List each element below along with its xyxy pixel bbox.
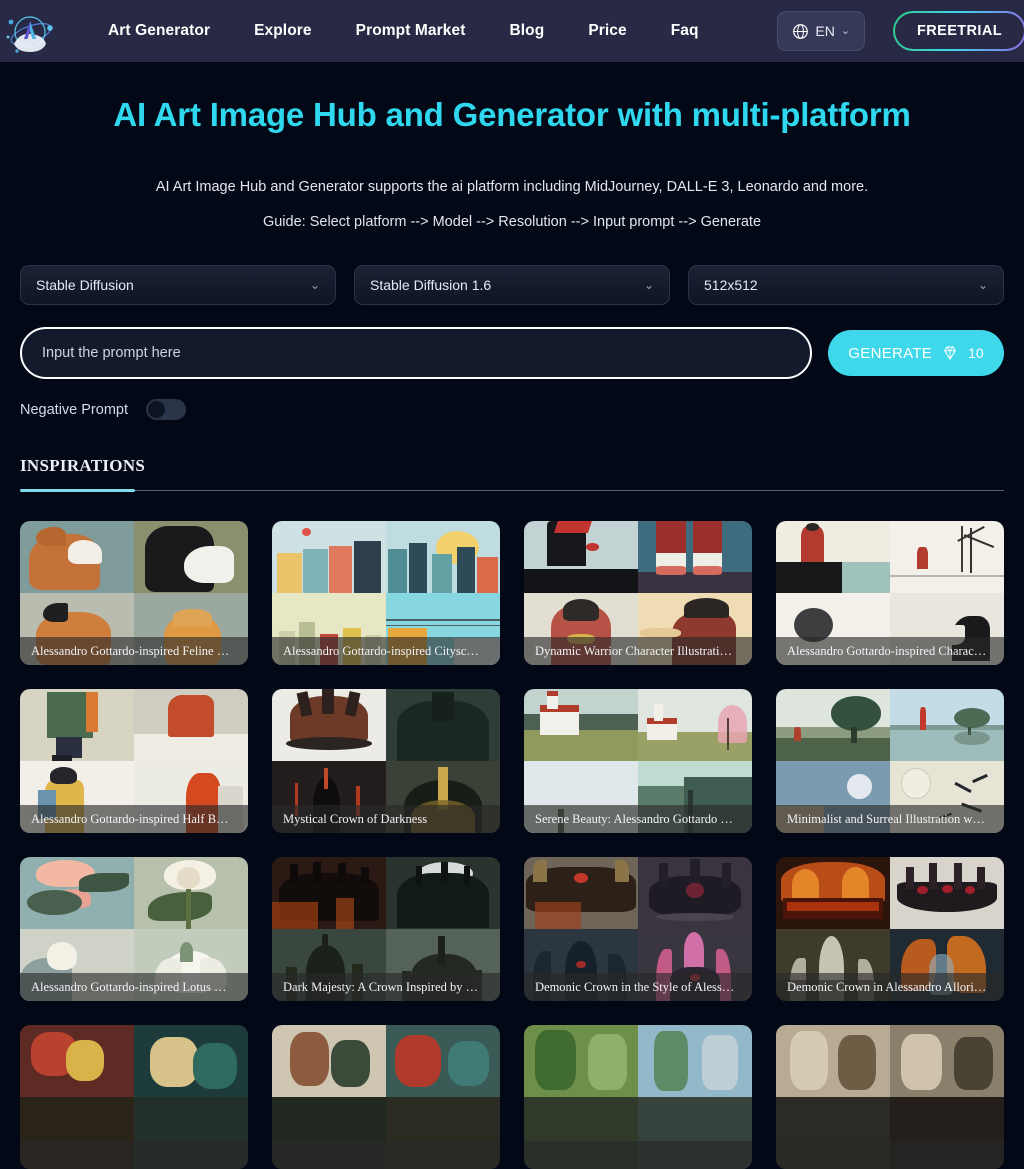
toggle-knob bbox=[148, 401, 165, 419]
resolution-select[interactable]: 512x512 ⌄ bbox=[688, 265, 1004, 306]
gallery-card[interactable]: Mystical Crown of Darkness bbox=[272, 689, 500, 834]
prompt-placeholder: Input the prompt here bbox=[42, 345, 181, 362]
chevron-down-icon: ⌄ bbox=[977, 278, 988, 293]
hero-guide-text: Guide: Select platform --> Model --> Res… bbox=[262, 214, 762, 231]
generation-options: Stable Diffusion ⌄ Stable Diffusion 1.6 … bbox=[20, 265, 1004, 306]
site-logo[interactable] bbox=[0, 0, 62, 62]
card-caption: Minimalist and Surreal Illustration w… bbox=[776, 805, 1004, 834]
gallery-card[interactable]: Minimalist and Surreal Illustration w… bbox=[776, 689, 1004, 834]
card-caption: Serene Beauty: Alessandro Gottardo … bbox=[524, 805, 752, 834]
nav-item-art-generator[interactable]: Art Generator bbox=[108, 22, 210, 40]
card-caption: Mystical Crown of Darkness bbox=[272, 805, 500, 834]
hero-subtitle: AI Art Image Hub and Generator supports … bbox=[155, 179, 869, 196]
prompt-input[interactable]: Input the prompt here bbox=[20, 327, 812, 380]
gallery-card[interactable]: Dark Majesty: A Crown Inspired by … bbox=[272, 857, 500, 1002]
card-caption: Dark Majesty: A Crown Inspired by … bbox=[272, 973, 500, 1002]
card-caption: Alessandro Gottardo-inspired Citysc… bbox=[272, 637, 500, 666]
nav-item-faq[interactable]: Faq bbox=[671, 22, 699, 40]
logo-icon bbox=[6, 16, 53, 53]
card-caption: Alessandro Gottardo-inspired Charac… bbox=[776, 637, 1004, 666]
resolution-select-value: 512x512 bbox=[704, 277, 758, 294]
globe-icon bbox=[793, 23, 809, 39]
gallery-card[interactable]: Demonic Crown in the Style of Aless… bbox=[524, 857, 752, 1002]
gallery-card[interactable]: Alessandro Gottardo-inspired Citysc… bbox=[272, 521, 500, 666]
free-trial-button[interactable]: FREETRIAL bbox=[893, 11, 1024, 51]
chevron-down-icon: ⌄ bbox=[643, 278, 654, 293]
nav-item-prompt-market[interactable]: Prompt Market bbox=[356, 22, 466, 40]
card-caption: Demonic Crown in Alessandro Allori… bbox=[776, 973, 1004, 1002]
card-caption: Demonic Crown in the Style of Aless… bbox=[524, 973, 752, 1002]
gallery-card[interactable]: Alessandro Gottardo-inspired Charac… bbox=[776, 521, 1004, 666]
main-nav: Art Generator Explore Prompt Market Blog… bbox=[108, 22, 777, 40]
platform-select[interactable]: Stable Diffusion ⌄ bbox=[20, 265, 336, 306]
tab-underline-track bbox=[20, 488, 1004, 492]
card-caption: Alessandro Gottardo-inspired Half B… bbox=[20, 805, 248, 834]
gallery-card[interactable] bbox=[272, 1025, 500, 1169]
card-caption: Dynamic Warrior Character Illustrati… bbox=[524, 637, 752, 666]
card-caption bbox=[776, 1141, 1004, 1169]
model-select-value: Stable Diffusion 1.6 bbox=[370, 277, 492, 294]
card-caption bbox=[272, 1141, 500, 1169]
generate-button-label: GENERATE bbox=[848, 344, 933, 362]
site-header: Art Generator Explore Prompt Market Blog… bbox=[0, 0, 1024, 62]
gallery-card[interactable]: Alessandro Gottardo-inspired Feline … bbox=[20, 521, 248, 666]
generate-button[interactable]: GENERATE 10 bbox=[828, 330, 1004, 377]
nav-item-price[interactable]: Price bbox=[588, 22, 626, 40]
gallery-card[interactable] bbox=[776, 1025, 1004, 1169]
negative-prompt-toggle[interactable] bbox=[146, 399, 186, 421]
inspiration-grid: Alessandro Gottardo-inspired Feline … Al… bbox=[20, 521, 1004, 1169]
gallery-card[interactable]: Alessandro Gottardo-inspired Lotus … bbox=[20, 857, 248, 1002]
card-caption: Alessandro Gottardo-inspired Feline … bbox=[20, 637, 248, 666]
gallery-card[interactable]: Demonic Crown in Alessandro Allori… bbox=[776, 857, 1004, 1002]
gallery-card[interactable]: Dynamic Warrior Character Illustrati… bbox=[524, 521, 752, 666]
card-caption bbox=[524, 1141, 752, 1169]
gallery-tabs: INSPIRATIONS bbox=[20, 456, 1004, 492]
gallery-card[interactable]: Serene Beauty: Alessandro Gottardo … bbox=[524, 689, 752, 834]
card-caption: Alessandro Gottardo-inspired Lotus … bbox=[20, 973, 248, 1002]
tab-active-indicator bbox=[20, 488, 135, 492]
tab-inspirations[interactable]: INSPIRATIONS bbox=[20, 456, 145, 490]
hero-section: AI Art Image Hub and Generator with mult… bbox=[0, 62, 1024, 230]
language-value: EN bbox=[815, 23, 835, 39]
nav-item-blog[interactable]: Blog bbox=[509, 22, 544, 40]
page-title: AI Art Image Hub and Generator with mult… bbox=[113, 96, 911, 133]
card-caption bbox=[20, 1141, 248, 1169]
language-selector[interactable]: EN ⌄ bbox=[777, 11, 866, 51]
nav-item-explore[interactable]: Explore bbox=[254, 22, 312, 40]
prompt-row: Input the prompt here GENERATE 10 bbox=[20, 327, 1004, 380]
negative-prompt-row: Negative Prompt bbox=[20, 399, 1004, 421]
gallery-card[interactable]: Alessandro Gottardo-inspired Half B… bbox=[20, 689, 248, 834]
negative-prompt-label: Negative Prompt bbox=[20, 401, 128, 418]
chevron-down-icon: ⌄ bbox=[840, 24, 851, 37]
generate-credit-count: 10 bbox=[968, 345, 984, 362]
model-select[interactable]: Stable Diffusion 1.6 ⌄ bbox=[354, 265, 670, 306]
diamond-icon bbox=[944, 346, 956, 360]
chevron-down-icon: ⌄ bbox=[309, 278, 320, 293]
gallery-card[interactable] bbox=[20, 1025, 248, 1169]
platform-select-value: Stable Diffusion bbox=[36, 277, 134, 294]
gallery-card[interactable] bbox=[524, 1025, 752, 1169]
